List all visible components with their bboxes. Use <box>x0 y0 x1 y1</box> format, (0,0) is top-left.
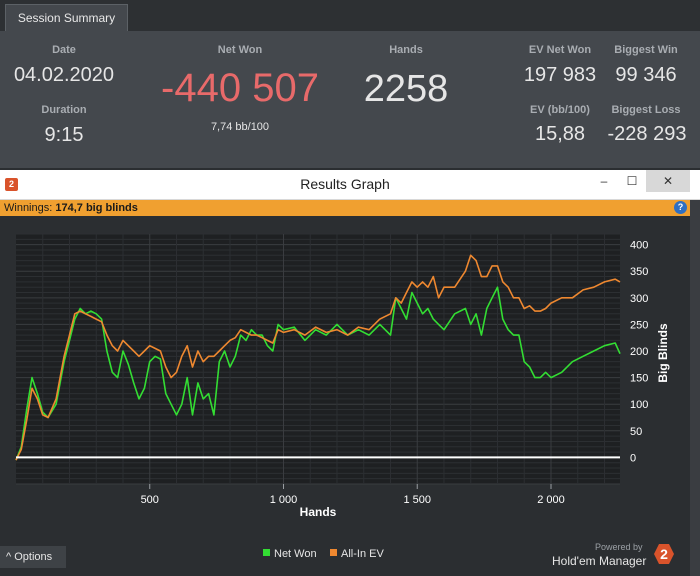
y-tick-label: 300 <box>630 293 648 305</box>
legend-swatch-net-won <box>263 549 270 556</box>
options-button[interactable]: ^ Options <box>0 546 66 568</box>
biggest-loss-value: -228 293 <box>607 123 687 145</box>
legend-label-net-won: Net Won <box>274 548 317 560</box>
results-graph-window: 2 Results Graph ‒ ☐ ✕ Winnings: 174,7 bi… <box>0 170 700 576</box>
help-icon[interactable]: ? <box>674 201 687 214</box>
y-tick-label: 250 <box>630 319 648 331</box>
y-tick-label: 350 <box>630 266 648 278</box>
legend-swatch-all-in-ev <box>330 549 337 556</box>
graph-footer: ^ Options Net Won All-In EV Powered by H… <box>0 542 690 576</box>
x-tick-label: 500 <box>141 494 159 506</box>
net-won-label: Net Won <box>217 44 263 56</box>
net-won-value: -440 507 <box>161 66 319 110</box>
legend-label-all-in-ev: All-In EV <box>341 548 384 560</box>
ev-bb100-label: EV (bb/100) <box>530 104 590 116</box>
window-titlebar: 2 Results Graph ‒ ☐ ✕ <box>0 170 700 200</box>
ev-net-won-label: EV Net Won <box>528 44 592 56</box>
session-summary-panel: Session Summary Date 04.02.2020 Duration… <box>0 0 700 168</box>
x-tick-label: 1 000 <box>270 494 298 506</box>
hands-label: Hands <box>389 44 423 56</box>
y-tick-label: 50 <box>630 426 642 438</box>
y-axis-title: Big Blinds <box>656 323 670 383</box>
tab-session-summary[interactable]: Session Summary <box>5 4 128 31</box>
duration-label: Duration <box>41 104 87 116</box>
y-tick-label: 0 <box>630 452 636 464</box>
y-tick-label: 100 <box>630 399 648 411</box>
duration-value: 9:15 <box>44 124 84 146</box>
brand-name: Hold'em Manager <box>552 554 647 568</box>
y-tick-label: 200 <box>630 346 648 358</box>
hands-value: 2258 <box>363 68 449 110</box>
close-button[interactable]: ✕ <box>646 170 690 192</box>
biggest-win-value: 99 346 <box>615 64 677 86</box>
results-graph: 0 50 100 150 200 250 300 350 400 500 1 000 1 500 2 0… <box>0 216 690 542</box>
maximize-button[interactable]: ☐ <box>618 170 646 192</box>
y-tick-label: 150 <box>630 373 648 385</box>
x-tick-label: 2 000 <box>537 494 565 506</box>
hm-logo-icon: 2 <box>654 544 674 564</box>
window-title: Results Graph <box>300 176 390 192</box>
minimize-button[interactable]: ‒ <box>590 170 618 192</box>
y-tick-label: 400 <box>630 240 648 252</box>
bb-per-100-value: 7,74 bb/100 <box>210 121 270 133</box>
x-axis-title: Hands <box>300 505 337 519</box>
winnings-bar: Winnings: 174,7 big blinds ? <box>0 200 690 216</box>
x-tick-label: 1 500 <box>403 494 431 506</box>
legend-item-net-won[interactable]: Net Won <box>263 548 317 560</box>
tab-bar: Session Summary <box>0 0 700 31</box>
legend-item-all-in-ev[interactable]: All-In EV <box>330 548 384 560</box>
winnings-value: 174,7 big blinds <box>55 202 138 214</box>
winnings-label: Winnings: <box>4 202 53 214</box>
window-right-edge <box>690 200 700 576</box>
date-label: Date <box>52 44 76 56</box>
biggest-win-label: Biggest Win <box>614 44 678 56</box>
powered-by-text: Powered by <box>595 542 643 552</box>
date-value: 04.02.2020 <box>13 64 115 86</box>
biggest-loss-label: Biggest Loss <box>611 104 681 116</box>
